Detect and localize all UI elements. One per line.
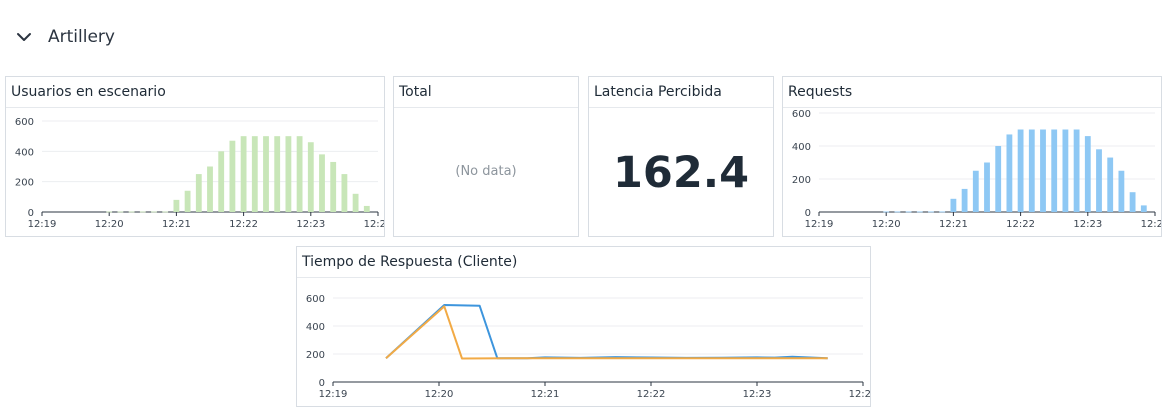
bar	[950, 198, 957, 212]
section-title: Artillery	[48, 27, 115, 47]
x-tick-label: 12:23	[743, 389, 772, 400]
x-tick-label: 12:19	[319, 389, 348, 400]
x-tick-label: 12:24	[1141, 219, 1161, 230]
bar	[894, 211, 901, 213]
y-tick-label: 600	[15, 117, 34, 128]
bar	[1107, 157, 1114, 212]
bar	[173, 199, 180, 212]
x-tick-label: 12:24	[364, 219, 384, 230]
x-tick-label: 12:23	[1073, 219, 1102, 230]
panel-title[interactable]: Requests	[788, 84, 852, 100]
y-tick-label: 400	[15, 147, 34, 158]
x-tick-label: 12:20	[425, 389, 454, 400]
y-tick-label: 0	[319, 378, 325, 389]
bar	[274, 136, 281, 212]
bar	[363, 205, 370, 212]
bar	[1096, 149, 1102, 212]
panel-total: Total (No data)	[393, 76, 579, 237]
y-tick-label: 400	[792, 142, 811, 153]
bar	[251, 136, 258, 212]
bar	[939, 211, 946, 213]
bar	[162, 211, 169, 213]
bar	[207, 166, 213, 212]
x-tick-label: 12:22	[229, 219, 258, 230]
x-tick-label: 12:19	[805, 219, 834, 230]
bar	[883, 211, 890, 213]
bar	[995, 146, 1002, 212]
series-line	[385, 305, 828, 360]
requests-chart: 0 200 400 600 12:19 12:20 12:21 12:22 12:23 12:24	[792, 109, 1167, 230]
bar	[128, 211, 135, 213]
panel-title[interactable]: Latencia Percibida	[594, 84, 722, 100]
bar	[1140, 205, 1147, 212]
stat-value: 162.4	[612, 148, 749, 198]
y-tick-label: 0	[28, 208, 34, 219]
panel-title[interactable]: Total	[399, 84, 432, 100]
bar	[229, 140, 236, 212]
bar	[139, 211, 146, 213]
y-tick-label: 600	[306, 294, 325, 305]
x-tick-label: 12:22	[1006, 219, 1035, 230]
no-data-text: (No data)	[455, 164, 517, 179]
x-tick-label: 12:23	[296, 219, 325, 230]
bar	[961, 188, 968, 212]
panel-usuarios: Usuarios en escenario 0 200 400 600 12:19 12:…	[5, 76, 393, 237]
y-tick-label: 600	[792, 109, 811, 120]
bar	[184, 190, 191, 212]
bar	[195, 174, 202, 212]
bar	[296, 136, 303, 212]
bar	[117, 211, 124, 213]
bar	[1118, 170, 1125, 212]
y-tick-label: 200	[15, 178, 34, 189]
bar	[240, 136, 247, 212]
panel-latencia: Latencia Percibida 162.4	[588, 76, 774, 237]
bar	[106, 211, 113, 213]
tiempo-chart: 0 200 400 600 12:19 12:20 12:21 12:22 12:23 12:24	[306, 294, 878, 400]
bar	[1051, 129, 1058, 212]
x-tick-label: 12:21	[162, 219, 191, 230]
bar	[307, 142, 314, 212]
bar	[1028, 129, 1035, 212]
x-tick-label: 12:22	[637, 389, 666, 400]
x-tick-label: 12:20	[95, 219, 124, 230]
bar	[972, 170, 979, 212]
bar	[1073, 129, 1080, 212]
bar	[218, 151, 225, 212]
panel-title[interactable]: Usuarios en escenario	[11, 84, 166, 100]
usuarios-chart: 0 200 400 600 12:19 12:20 12:21 12:22 12:23 12:24	[15, 117, 393, 230]
bar	[151, 211, 157, 213]
x-tick-label: 12:21	[531, 389, 560, 400]
bar	[285, 136, 292, 212]
x-tick-label: 12:24	[849, 389, 870, 400]
y-tick-label: 400	[306, 322, 325, 333]
x-tick-label: 12:19	[28, 219, 57, 230]
panel-tiempo: Tiempo de Respuesta (Cliente) 0 200 400 600…	[296, 246, 878, 407]
x-tick-label: 12:21	[939, 219, 968, 230]
bar	[1062, 129, 1069, 212]
x-tick-label: 12:20	[872, 219, 901, 230]
bar	[1017, 129, 1024, 212]
panel-requests: Requests 0 200 400 600 12:19 12:20 12:21 12:22 1…	[782, 76, 1167, 237]
bar	[341, 174, 348, 212]
bar	[1084, 136, 1091, 212]
panel-title[interactable]: Tiempo de Respuesta (Cliente)	[302, 254, 517, 270]
bar	[263, 136, 269, 212]
bar	[905, 211, 912, 213]
section-header-artillery[interactable]: Artillery	[14, 22, 115, 52]
bar	[319, 154, 325, 212]
bar	[984, 162, 990, 212]
bar	[1006, 134, 1013, 212]
y-tick-label: 200	[792, 175, 811, 186]
chevron-down-icon[interactable]	[14, 27, 34, 47]
bar	[1040, 129, 1046, 212]
y-tick-label: 0	[805, 208, 811, 219]
bar	[352, 193, 359, 212]
bar	[330, 161, 337, 212]
y-tick-label: 200	[306, 350, 325, 361]
bar	[928, 211, 934, 213]
bar	[916, 211, 923, 213]
bar	[1129, 192, 1136, 212]
